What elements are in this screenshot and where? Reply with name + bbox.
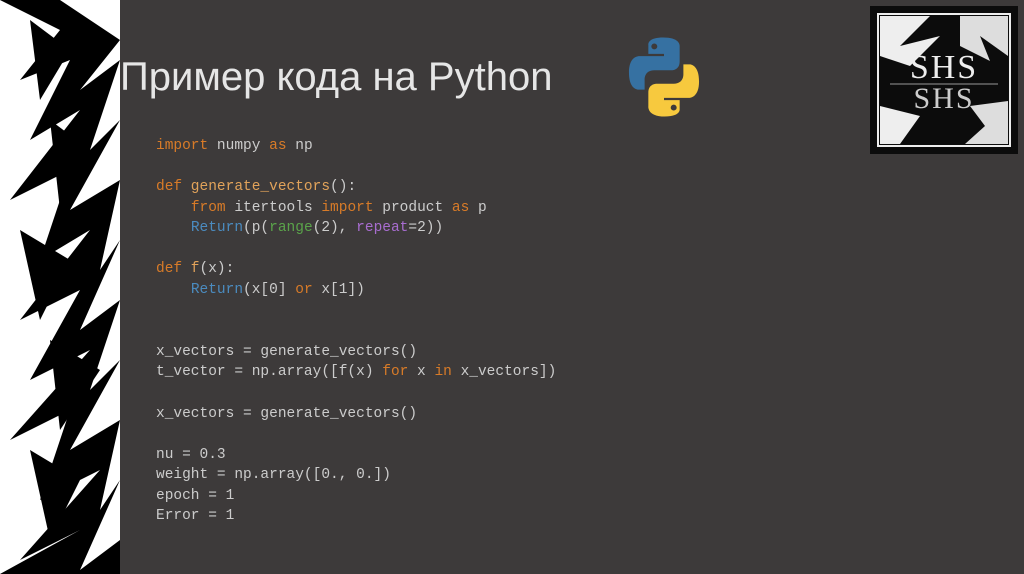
code-token: repeat: [356, 220, 408, 236]
code-token: (2),: [313, 220, 357, 236]
code-token: [156, 282, 191, 298]
code-token: def: [156, 179, 182, 195]
shs-badge-icon: SHS SHS: [870, 6, 1018, 154]
code-token: 0.: [321, 467, 338, 483]
code-token: f: [182, 261, 199, 277]
code-token: ]: [278, 282, 295, 298]
code-token: as: [269, 138, 286, 154]
left-decoration: [0, 0, 120, 574]
code-line: x_vectors = generate_vectors(): [156, 344, 417, 360]
code-token: 1: [226, 488, 235, 504]
code-block: import numpy as np def generate_vectors(…: [156, 136, 556, 527]
code-token: Return: [191, 282, 243, 298]
code-token: (p(: [243, 220, 269, 236]
code-token: (x[: [243, 282, 269, 298]
code-token: or: [295, 282, 312, 298]
code-token: x[: [313, 282, 339, 298]
code-token: from: [191, 200, 226, 216]
code-token: ,: [339, 467, 356, 483]
code-token: 1: [226, 508, 235, 524]
code-token: ]): [374, 467, 391, 483]
code-token: np: [287, 138, 313, 154]
svg-text:SHS: SHS: [913, 82, 974, 115]
code-token: import: [156, 138, 208, 154]
code-token: (x):: [200, 261, 235, 277]
code-token: x: [408, 364, 434, 380]
code-token: def: [156, 261, 182, 277]
code-token: Return: [191, 220, 243, 236]
code-token: range: [269, 220, 313, 236]
python-logo-icon: [623, 36, 705, 118]
code-token: ]): [347, 282, 364, 298]
code-token: in: [434, 364, 451, 380]
code-token: epoch =: [156, 488, 226, 504]
code-token: as: [452, 200, 469, 216]
svg-text:SHS: SHS: [910, 49, 978, 86]
code-token: x_vectors]): [452, 364, 556, 380]
code-token: generate_vectors: [182, 179, 330, 195]
code-token: weight = np.array([: [156, 467, 321, 483]
code-token: for: [382, 364, 408, 380]
code-token: 0.: [356, 467, 373, 483]
code-token: =2)): [408, 220, 443, 236]
code-token: 0: [269, 282, 278, 298]
code-token: p: [469, 200, 486, 216]
code-token: itertools: [226, 200, 322, 216]
code-token: import: [321, 200, 373, 216]
code-line: x_vectors = generate_vectors(): [156, 406, 417, 422]
code-token: Error =: [156, 508, 226, 524]
code-token: t_vector = np.array([f(x): [156, 364, 382, 380]
page-title: Пример кода на Python: [120, 55, 552, 100]
code-token: ():: [330, 179, 356, 195]
code-token: [156, 220, 191, 236]
code-token: [156, 200, 191, 216]
code-token: numpy: [208, 138, 269, 154]
code-token: nu =: [156, 447, 200, 463]
code-token: 0.3: [200, 447, 226, 463]
code-token: product: [374, 200, 452, 216]
